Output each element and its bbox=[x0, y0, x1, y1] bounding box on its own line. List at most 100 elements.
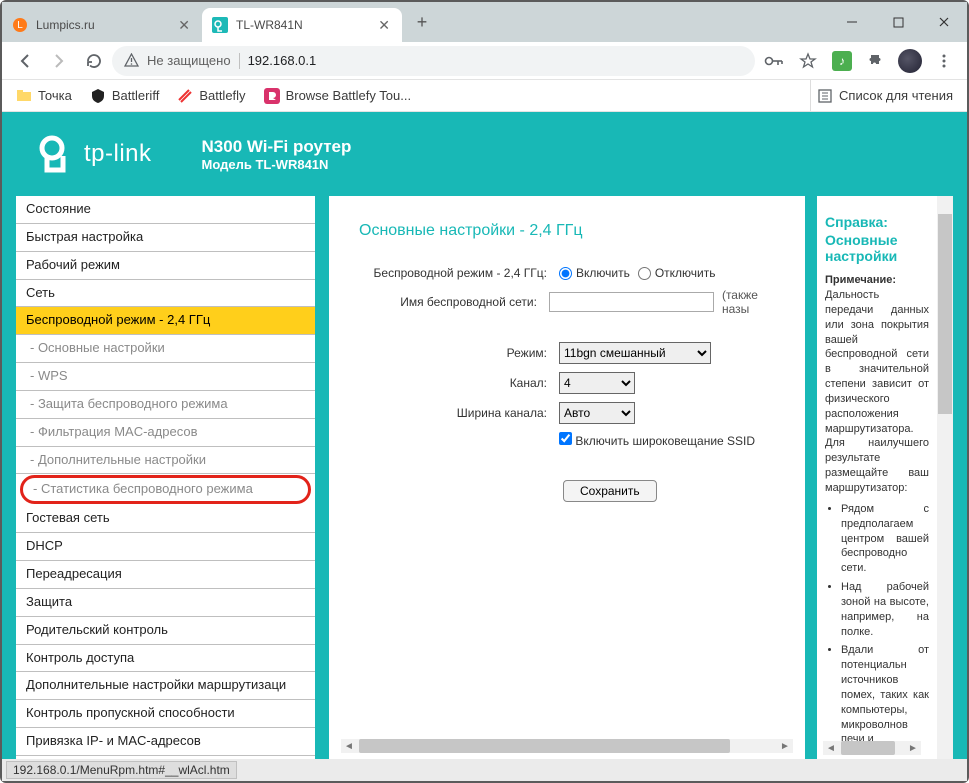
sidebar-item-ddns[interactable]: Динамический DNS bbox=[16, 756, 315, 759]
help-title-1: Справка: bbox=[825, 214, 929, 230]
help-note-label: Примечание: bbox=[825, 274, 929, 286]
tplink-logo-icon bbox=[36, 134, 76, 174]
omnibox-divider bbox=[239, 53, 240, 69]
profile-avatar[interactable] bbox=[895, 46, 925, 76]
menu-button[interactable] bbox=[929, 46, 959, 76]
radio-enable-input[interactable] bbox=[559, 267, 572, 280]
folder-icon bbox=[16, 88, 32, 104]
width-select[interactable]: Авто bbox=[559, 402, 635, 424]
sidebar-item-access[interactable]: Контроль доступа bbox=[16, 645, 315, 673]
save-button[interactable]: Сохранить bbox=[563, 480, 657, 502]
vertical-scrollbar[interactable] bbox=[937, 196, 953, 759]
insecure-icon bbox=[124, 53, 139, 68]
maximize-button[interactable] bbox=[875, 2, 921, 42]
tplink-logo: tp-link bbox=[36, 134, 152, 174]
back-button[interactable] bbox=[10, 46, 40, 76]
sidebar-sub-security[interactable]: - Защита беспроводного режима bbox=[16, 391, 315, 419]
scroll-thumb[interactable] bbox=[359, 739, 730, 753]
sidebar-item-routing[interactable]: Дополнительные настройки маршрутизаци bbox=[16, 672, 315, 700]
sidebar-sub-basic[interactable]: - Основные настройки bbox=[16, 335, 315, 363]
bookmark-battleriff[interactable]: Battleriff bbox=[84, 84, 165, 108]
radio-enable-label: Включить bbox=[576, 266, 630, 280]
scroll-right-icon[interactable]: ► bbox=[777, 741, 793, 752]
product-title: N300 Wi-Fi роутер bbox=[202, 137, 352, 157]
bookmarks-bar: Точка Battleriff Battlefly Browse Battle… bbox=[2, 80, 967, 112]
teal-right-edge bbox=[953, 196, 967, 759]
brand-text: tp-link bbox=[84, 140, 152, 168]
omnibox[interactable]: Не защищено 192.168.0.1 bbox=[112, 46, 755, 76]
sidebar-item-dhcp[interactable]: DHCP bbox=[16, 533, 315, 561]
sidebar-item-security[interactable]: Защита bbox=[16, 589, 315, 617]
sidebar-sub-wps[interactable]: - WPS bbox=[16, 363, 315, 391]
radio-disable[interactable]: Отключить bbox=[638, 266, 716, 280]
scroll-left-icon[interactable]: ◄ bbox=[341, 741, 357, 752]
sidebar-sub-statistics[interactable]: - Статистика беспроводного режима bbox=[20, 475, 311, 504]
wireless-basic-settings: Основные настройки - 2,4 ГГц Беспроводно… bbox=[329, 196, 805, 759]
sidebar-item-guest[interactable]: Гостевая сеть bbox=[16, 505, 315, 533]
channel-select[interactable]: 4 bbox=[559, 372, 635, 394]
tab-close-icon[interactable]: ✕ bbox=[378, 17, 390, 34]
battleriff-icon bbox=[90, 88, 106, 104]
bookmark-tochka[interactable]: Точка bbox=[10, 84, 78, 108]
sidebar-item-parental[interactable]: Родительский контроль bbox=[16, 617, 315, 645]
sidebar-item-network[interactable]: Сеть bbox=[16, 280, 315, 308]
password-key-icon[interactable] bbox=[759, 46, 789, 76]
bookmark-label: Точка bbox=[38, 88, 72, 103]
mode-select[interactable]: 11bgn смешанный bbox=[559, 342, 711, 364]
label-ssid: Имя беспроводной сети: bbox=[359, 295, 541, 309]
browser-tab-router[interactable]: TL-WR841N ✕ bbox=[202, 8, 402, 42]
scroll-thumb[interactable] bbox=[938, 214, 952, 414]
titlebar: L Lumpics.ru ✕ TL-WR841N ✕ + bbox=[2, 2, 967, 42]
sidebar-item-opmode[interactable]: Рабочий режим bbox=[16, 252, 315, 280]
minimize-button[interactable] bbox=[829, 2, 875, 42]
status-url: 192.168.0.1/MenuRpm.htm#__wlAcl.htm bbox=[6, 761, 237, 779]
broadcast-checkbox[interactable]: Включить широковещание SSID bbox=[559, 432, 755, 448]
broadcast-checkbox-input[interactable] bbox=[559, 432, 572, 445]
sidebar-item-ipmac[interactable]: Привязка IP- и MAC-адресов bbox=[16, 728, 315, 756]
sidebar-item-bandwidth[interactable]: Контроль пропускной способности bbox=[16, 700, 315, 728]
reading-list-button[interactable]: Список для чтения bbox=[810, 80, 959, 111]
teal-gap bbox=[315, 196, 329, 759]
sidebar-menu: Состояние Быстрая настройка Рабочий режи… bbox=[2, 196, 315, 759]
sidebar-sub-macfilter[interactable]: - Фильтрация MAC-адресов bbox=[16, 419, 315, 447]
insecure-label: Не защищено bbox=[147, 53, 231, 68]
help-bullet: Вдали от потенциальн источников помех, т… bbox=[841, 643, 929, 747]
horizontal-scrollbar[interactable]: ◄ ► bbox=[341, 739, 793, 753]
reading-list-label: Список для чтения bbox=[839, 88, 953, 103]
sidebar-item-wireless24[interactable]: Беспроводной режим - 2,4 ГГц bbox=[16, 307, 315, 335]
content-area: Основные настройки - 2,4 ГГц Беспроводно… bbox=[329, 196, 967, 759]
close-button[interactable] bbox=[921, 2, 967, 42]
scroll-right-icon[interactable]: ► bbox=[905, 743, 921, 754]
forward-button[interactable] bbox=[44, 46, 74, 76]
bookmark-star-icon[interactable] bbox=[793, 46, 823, 76]
sidebar-item-status[interactable]: Состояние bbox=[16, 196, 315, 224]
help-bullet: Над рабочей зоной на высоте, например, н… bbox=[841, 580, 929, 639]
extensions-puzzle-icon[interactable] bbox=[861, 46, 891, 76]
address-bar: Не защищено 192.168.0.1 ♪ bbox=[2, 42, 967, 80]
scroll-thumb[interactable] bbox=[841, 741, 895, 755]
router-page: tp-link N300 Wi-Fi роутер Модель TL-WR84… bbox=[2, 112, 967, 759]
bookmark-label: Battlefly bbox=[199, 88, 245, 103]
bookmark-battlefly[interactable]: Battlefly bbox=[171, 84, 251, 108]
tab-title: Lumpics.ru bbox=[36, 18, 172, 32]
help-horizontal-scrollbar[interactable]: ◄ ► bbox=[823, 741, 921, 755]
bookmark-label: Battleriff bbox=[112, 88, 159, 103]
extension-music[interactable]: ♪ bbox=[827, 46, 857, 76]
reload-button[interactable] bbox=[78, 46, 108, 76]
battlefly-icon bbox=[177, 88, 193, 104]
sidebar-sub-advanced[interactable]: - Дополнительные настройки bbox=[16, 447, 315, 475]
bookmark-battlefy[interactable]: Browse Battlefy Tou... bbox=[258, 84, 418, 108]
browser-tab-lumpics[interactable]: L Lumpics.ru ✕ bbox=[2, 8, 202, 42]
radio-disable-input[interactable] bbox=[638, 267, 651, 280]
label-mode: Режим: bbox=[359, 346, 551, 360]
tab-close-icon[interactable]: ✕ bbox=[178, 17, 190, 34]
new-tab-button[interactable]: + bbox=[408, 8, 436, 36]
label-wireless: Беспроводной режим - 2,4 ГГц: bbox=[359, 266, 551, 280]
help-bullet: Рядом с предполагаем центром вашей беспр… bbox=[841, 502, 929, 576]
reading-list-icon bbox=[817, 88, 833, 104]
sidebar-item-forwarding[interactable]: Переадресация bbox=[16, 561, 315, 589]
sidebar-item-quicksetup[interactable]: Быстрая настройка bbox=[16, 224, 315, 252]
ssid-input[interactable] bbox=[549, 292, 714, 312]
scroll-left-icon[interactable]: ◄ bbox=[823, 743, 839, 754]
radio-enable[interactable]: Включить bbox=[559, 266, 630, 280]
